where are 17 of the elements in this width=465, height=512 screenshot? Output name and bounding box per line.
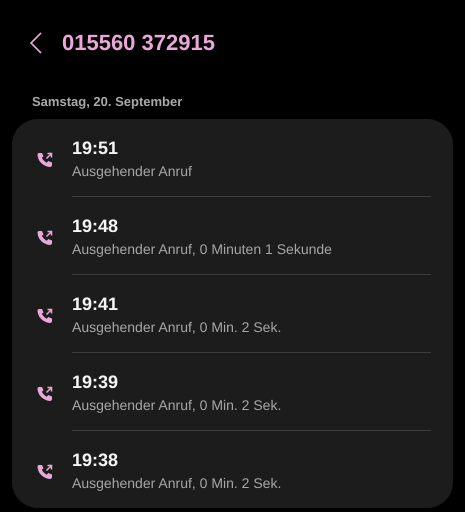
phone-number-title: 015560 372915 [62,29,215,57]
call-time: 19:48 [72,215,120,237]
call-detail: Ausgehender Anruf, 0 Minuten 1 Sekunde [72,240,332,259]
date-header: Samstag, 20. September [31,93,184,111]
outgoing-call-icon [36,228,54,247]
call-detail: Ausgehender Anruf [72,162,192,181]
outgoing-call-icon [36,384,54,403]
call-detail: Ausgehender Anruf, 0 Min. 2 Sek. [72,318,282,337]
call-time: 19:38 [72,449,120,471]
call-detail: Ausgehender Anruf, 0 Min. 2 Sek. [72,474,282,493]
outgoing-call-icon [36,306,54,325]
outgoing-call-icon [36,150,54,169]
call-time: 19:51 [72,137,120,159]
call-detail: Ausgehender Anruf, 0 Min. 2 Sek. [72,396,282,415]
call-time: 19:41 [72,293,120,315]
outgoing-call-icon [36,462,54,481]
call-time: 19:39 [72,371,120,393]
